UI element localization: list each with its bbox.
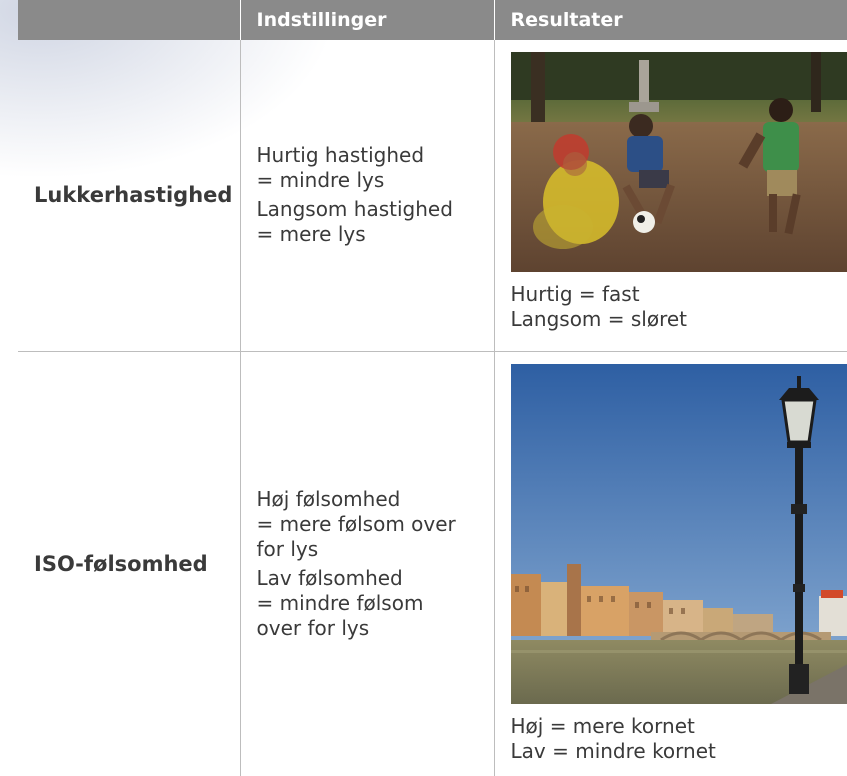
table-row: ISO-følsomhed Høj følsomhed = mere følso… [18,351,847,776]
header-settings: Indstillinger [240,0,495,40]
table-row: Lukkerhastighed Hurtig hastighed = mindr… [18,40,847,352]
caption-line: Lav = mindre kornet [510,738,716,763]
header-results: Resultater [494,0,847,40]
settings-block-fast: Hurtig hastighed = mindre lys [257,143,484,193]
soccer-photo [510,52,847,272]
parameter-label: ISO-følsomhed [18,351,241,776]
settings-table: Indstillinger Resultater Lukkerhastighed… [18,0,847,776]
caption-line: Høj = mere kornet [510,713,695,738]
parameter-label: Lukkerhastighed [18,40,241,352]
settings-block-low: Lav følsomhed = mindre følsom over for l… [257,566,484,641]
table-header-row: Indstillinger Resultater [18,0,847,40]
street-lamp-photo [510,363,847,704]
header-parameter [18,0,241,40]
result-cell: Hurtig = fast Langsom = sløret [494,40,847,352]
result-caption: Høj = mere kornet Lav = mindre kornet [511,714,847,764]
settings-line: = mere lys [256,222,366,247]
settings-line: Hurtig hastighed [256,143,425,168]
settings-block-slow: Langsom hastighed = mere lys [257,197,484,247]
settings-line: Høj følsomhed [256,486,401,511]
settings-cell: Høj følsomhed = mere følsom over for lys… [240,351,495,776]
settings-line: Lav følsomhed [256,565,403,590]
settings-cell: Hurtig hastighed = mindre lys Langsom ha… [240,40,495,352]
caption-line: Hurtig = fast [510,282,640,306]
settings-line: = mindre følsom [256,590,424,615]
settings-line: = mindre lys [256,168,385,193]
settings-line: Langsom hastighed [256,197,453,222]
result-caption: Hurtig = fast Langsom = sløret [511,282,847,332]
settings-line: = mere følsom over [256,511,456,536]
settings-block-high: Høj følsomhed = mere følsom over for lys [257,487,484,562]
result-cell: Høj = mere kornet Lav = mindre kornet [494,351,847,776]
caption-line: Langsom = sløret [510,307,688,331]
settings-line: for lys [256,536,319,561]
settings-line: over for lys [256,615,370,640]
